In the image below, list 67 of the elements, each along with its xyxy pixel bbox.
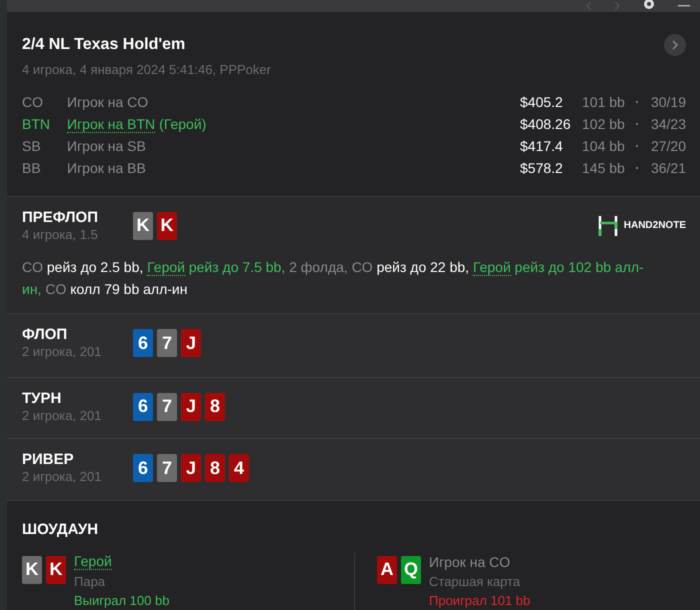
playing-card: Q bbox=[401, 556, 421, 584]
player-stats: 27/20 bbox=[650, 138, 686, 154]
playing-card: 6 bbox=[133, 392, 153, 421]
stack-in-bb: 104 bb bbox=[582, 138, 626, 154]
hand-title: 2/4 NL Texas Hold'em bbox=[22, 36, 186, 54]
separator-dot-icon bbox=[636, 167, 638, 170]
separator-dot-icon bbox=[636, 101, 638, 104]
street-title: РИВЕР bbox=[22, 451, 75, 468]
playing-card: K bbox=[46, 556, 66, 584]
playing-card: K bbox=[157, 212, 177, 240]
chevron-right-icon bbox=[671, 40, 679, 50]
street-title: ФЛОП bbox=[22, 326, 68, 344]
playing-card: 8 bbox=[205, 392, 225, 421]
street-info: 2 игрока, 201 bbox=[22, 408, 102, 423]
hero-tag: (Герой) bbox=[159, 116, 206, 132]
playing-card: J bbox=[181, 329, 201, 358]
player-position: BTN bbox=[22, 116, 51, 132]
player-stack: $578.2 bbox=[520, 160, 564, 176]
stack-in-bb: 102 bb bbox=[582, 116, 626, 132]
player-position: BB bbox=[22, 160, 42, 176]
player-stack: $417.4 bbox=[520, 138, 564, 154]
playing-card: K bbox=[22, 556, 42, 584]
playing-card: 7 bbox=[157, 329, 177, 358]
stack-in-bb: 101 bb bbox=[582, 94, 626, 110]
player-stack: $408.26 bbox=[520, 116, 572, 132]
player-stats: 34/23 bbox=[650, 116, 686, 132]
street-info: 4 игрока, 1.5 bbox=[22, 226, 99, 242]
hand-result: Проиграл 101 bb bbox=[429, 592, 530, 610]
playing-card: J bbox=[181, 392, 201, 421]
separator-dot-icon bbox=[636, 123, 638, 126]
street-title: ШОУДАУН bbox=[22, 520, 98, 538]
player-name[interactable]: Игрок на BTN bbox=[67, 116, 156, 133]
hand-rank: Пара bbox=[74, 572, 106, 591]
player-name[interactable]: Игрок на CO bbox=[67, 94, 148, 110]
street-title: ТУРН bbox=[22, 390, 62, 407]
playing-card: 8 bbox=[205, 454, 225, 482]
logo-icon bbox=[598, 214, 618, 237]
playing-card: J bbox=[181, 454, 201, 482]
player-stats: 36/21 bbox=[650, 160, 686, 176]
player-stack: $405.2 bbox=[520, 94, 564, 110]
player-position: SB bbox=[22, 138, 42, 154]
player-name[interactable]: Игрок на BB bbox=[67, 160, 146, 176]
action-log: CO рейз до 2.5 bb, Герой рейз до 7.5 bb, 2 фолда, CO рейз до 22 bb, Герой рейз до 102 bb алл-ин, CO колл 79 bb алл-ин bbox=[22, 258, 645, 299]
street-info: 2 игрока, 201 bbox=[22, 344, 102, 360]
hand-rank: Старшая карта bbox=[429, 572, 522, 591]
settings-icon[interactable] bbox=[642, 0, 656, 12]
separator-dot-icon bbox=[636, 145, 638, 148]
hand-info: 4 игрока, 4 января 2024 5:41:46, PPPoker bbox=[22, 62, 272, 77]
minimize-icon[interactable] bbox=[678, 4, 690, 7]
logo-text: HAND2NOTE bbox=[624, 220, 686, 232]
stack-in-bb: 145 bb bbox=[582, 160, 626, 176]
playing-card: 6 bbox=[133, 454, 153, 482]
street-title: ПРЕФЛОП bbox=[22, 208, 99, 226]
player-position: CO bbox=[22, 94, 44, 110]
player-name[interactable]: Герой bbox=[74, 552, 112, 570]
playing-card: 7 bbox=[157, 454, 177, 482]
player-name[interactable]: Игрок на CO bbox=[429, 552, 510, 572]
player-name[interactable]: Игрок на SB bbox=[67, 138, 146, 154]
playing-card: K bbox=[133, 212, 153, 240]
hand-result: Выиграл 100 bb bbox=[74, 592, 170, 610]
playing-card: A bbox=[377, 556, 397, 584]
next-hand-button[interactable] bbox=[664, 34, 686, 56]
playing-card: 7 bbox=[157, 392, 177, 421]
playing-card: 6 bbox=[133, 329, 153, 358]
player-stats: 30/19 bbox=[650, 94, 686, 110]
playing-card: 4 bbox=[229, 454, 249, 482]
street-info: 2 игрока, 201 bbox=[22, 469, 102, 484]
